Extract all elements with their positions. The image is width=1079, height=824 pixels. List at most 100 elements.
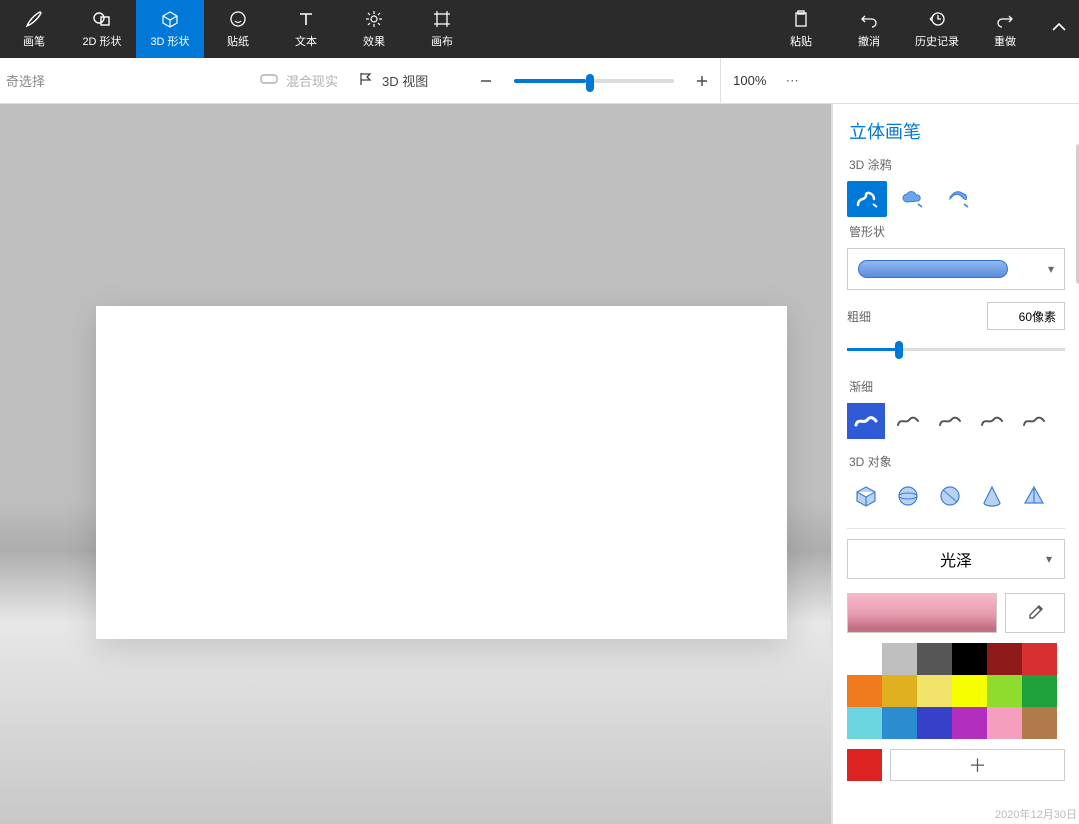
canvas[interactable] (96, 306, 787, 639)
mixed-label: 混合现实 (286, 71, 338, 90)
thickness-input[interactable] (987, 302, 1065, 330)
redo-icon (995, 9, 1015, 29)
color-swatch[interactable] (882, 643, 917, 675)
canvas-viewport[interactable] (0, 104, 831, 824)
color-swatch[interactable] (987, 675, 1022, 707)
color-swatch[interactable] (882, 675, 917, 707)
zoom-in-button[interactable] (692, 71, 712, 91)
date-watermark: 2020年12月30日 (993, 804, 1079, 824)
main-area: 立体画笔 3D 涂鸦 管形状 ▾ 粗细 渐细 3D 对象 (0, 104, 1079, 824)
cone-tile[interactable] (973, 478, 1011, 514)
taper-both[interactable] (973, 403, 1011, 439)
tab-text[interactable]: 文本 (272, 0, 340, 58)
obj3d-row (847, 478, 1065, 514)
button-label: 粘贴 (790, 33, 812, 49)
color-swatch[interactable] (1022, 707, 1057, 739)
text-icon (296, 9, 316, 29)
tab-label: 效果 (363, 33, 385, 49)
color-swatch[interactable] (847, 707, 882, 739)
tube-pill-preview (858, 260, 1008, 278)
hemisphere-tile[interactable] (931, 478, 969, 514)
tube-shape-select[interactable]: ▾ (847, 248, 1065, 290)
tab-label: 文本 (295, 33, 317, 49)
zoom-out-button[interactable] (476, 71, 496, 91)
paste-icon (791, 9, 811, 29)
taper-label: 渐细 (849, 378, 1065, 395)
color-swatch[interactable] (917, 707, 952, 739)
material-label: 光泽 (940, 547, 972, 571)
cloud-brush-tile[interactable] (893, 181, 933, 217)
redo-button[interactable]: 重做 (971, 0, 1039, 58)
chevron-up-icon (1050, 18, 1068, 41)
color-swatch[interactable] (1022, 675, 1057, 707)
tab-stickers[interactable]: 贴纸 (204, 0, 272, 58)
collapse-panel-button[interactable] (1039, 0, 1079, 58)
mixed-reality-button[interactable]: 混合现实 (260, 71, 338, 90)
tube-brush-tile[interactable] (847, 181, 887, 217)
color-swatches (847, 643, 1057, 739)
color-swatch[interactable] (917, 643, 952, 675)
history-button[interactable]: 历史记录 (903, 0, 971, 58)
brush-icon (24, 9, 44, 29)
button-label: 撤消 (858, 33, 880, 49)
sphere-tile[interactable] (889, 478, 927, 514)
tab-effects[interactable]: 效果 (340, 0, 408, 58)
cube-tile[interactable] (847, 478, 885, 514)
color-swatch[interactable] (952, 675, 987, 707)
tab-label: 贴纸 (227, 33, 249, 49)
obj3d-label: 3D 对象 (849, 453, 1065, 470)
graffiti-row (847, 181, 1065, 217)
color-swatch[interactable] (847, 643, 882, 675)
top-toolbar: 画笔 2D 形状 3D 形状 贴纸 文本 效果 画布 粘贴 撤消 历史记录 重做 (0, 0, 1079, 58)
color-swatch[interactable] (987, 643, 1022, 675)
view3d-label: 3D 视图 (382, 71, 428, 90)
tab-3d-shapes[interactable]: 3D 形状 (136, 0, 204, 58)
view-3d-button[interactable]: 3D 视图 (358, 71, 428, 90)
paste-button[interactable]: 粘贴 (767, 0, 835, 58)
secondary-bar: 奇选择 混合现实 3D 视图 100% ⋯ (0, 58, 1079, 104)
taper-start[interactable] (889, 403, 927, 439)
add-color-button[interactable]: ＋ (890, 749, 1065, 781)
color-swatch[interactable] (952, 643, 987, 675)
eyedropper-button[interactable] (1005, 593, 1065, 633)
color-swatch[interactable] (952, 707, 987, 739)
ribbon-brush-tile[interactable] (939, 181, 979, 217)
button-label: 历史记录 (915, 33, 959, 49)
zoom-controls (476, 71, 712, 91)
tab-canvas[interactable]: 画布 (408, 0, 476, 58)
flag-icon (358, 71, 374, 90)
tab-brush[interactable]: 画笔 (0, 0, 68, 58)
tab-label: 画布 (431, 33, 453, 49)
history-icon (927, 9, 947, 29)
color-swatch[interactable] (917, 675, 952, 707)
material-select[interactable]: 光泽 ▾ (847, 539, 1065, 579)
zoom-value[interactable]: 100% (720, 58, 778, 104)
active-color-swatch[interactable] (847, 749, 882, 781)
taper-wave[interactable] (1015, 403, 1053, 439)
zoom-slider[interactable] (514, 79, 674, 83)
chevron-down-icon: ▾ (1046, 552, 1052, 566)
taper-row (847, 403, 1065, 439)
sticker-icon (228, 9, 248, 29)
shapes2d-icon (92, 9, 112, 29)
taper-end[interactable] (931, 403, 969, 439)
tube-shape-label: 管形状 (849, 223, 1065, 240)
mixed-reality-icon (260, 72, 278, 89)
cube-icon (160, 9, 180, 29)
tab-label: 画笔 (23, 33, 45, 49)
undo-button[interactable]: 撤消 (835, 0, 903, 58)
color-swatch[interactable] (1022, 643, 1057, 675)
tab-label: 2D 形状 (82, 33, 121, 49)
more-menu-button[interactable]: ⋯ (778, 73, 806, 89)
panel-title: 立体画笔 (849, 118, 1065, 144)
thickness-slider[interactable] (847, 340, 1065, 360)
pyramid-tile[interactable] (1015, 478, 1053, 514)
taper-none[interactable] (847, 403, 885, 439)
tab-2d-shapes[interactable]: 2D 形状 (68, 0, 136, 58)
button-label: 重做 (994, 33, 1016, 49)
color-swatch[interactable] (847, 675, 882, 707)
color-swatch[interactable] (882, 707, 917, 739)
tab-label: 3D 形状 (150, 33, 189, 49)
color-swatch[interactable] (987, 707, 1022, 739)
current-color-preview[interactable] (847, 593, 997, 633)
